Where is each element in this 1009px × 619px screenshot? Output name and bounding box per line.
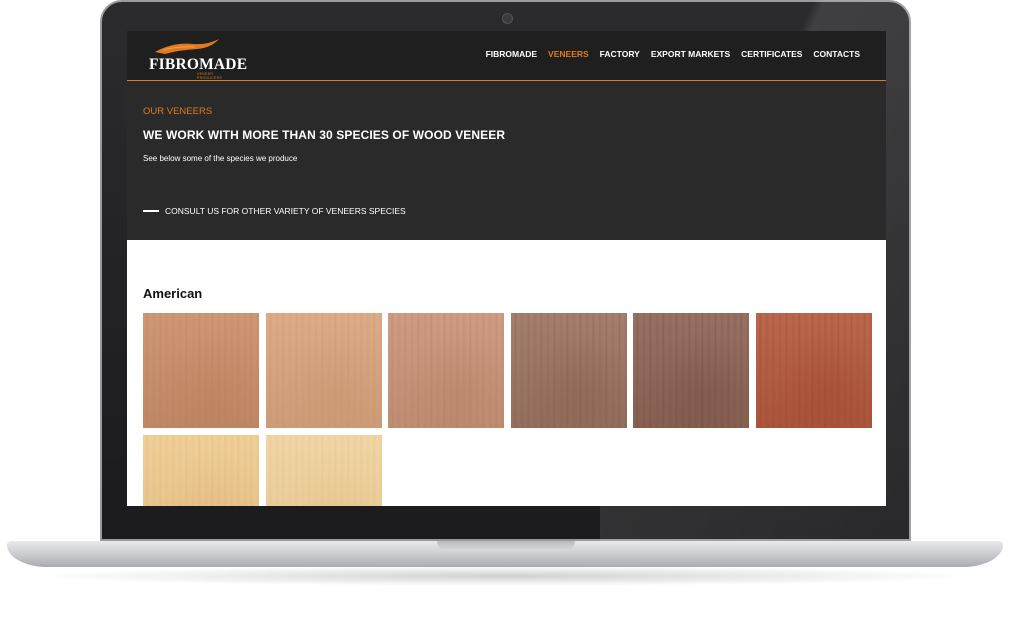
- website-screen: FIBROMADE VENEER PRODUCERS FIBROMADE VEN…: [127, 31, 886, 506]
- veneer-swatch[interactable]: [510, 313, 627, 428]
- hero-eyebrow: OUR VENEERS: [143, 106, 213, 117]
- logo[interactable]: FIBROMADE VENEER PRODUCERS: [149, 38, 247, 80]
- consult-link-label: CONSULT US FOR OTHER VARIETY OF VENEERS …: [165, 206, 406, 216]
- hero-subtitle: See below some of the species we produce: [143, 154, 298, 163]
- veneer-swatch[interactable]: [755, 313, 872, 428]
- laptop-shadow: [30, 566, 980, 586]
- laptop-notch: [437, 541, 575, 551]
- consult-link[interactable]: CONSULT US FOR OTHER VARIETY OF VENEERS …: [143, 206, 406, 216]
- site-header: FIBROMADE VENEER PRODUCERS FIBROMADE VEN…: [127, 31, 886, 81]
- veneer-swatch[interactable]: [143, 435, 259, 506]
- nav-certificates[interactable]: CERTIFICATES: [741, 49, 802, 59]
- nav-fibromade[interactable]: FIBROMADE: [486, 49, 537, 59]
- veneer-swatch[interactable]: [265, 435, 382, 506]
- nav-export-markets[interactable]: EXPORT MARKETS: [651, 49, 730, 59]
- dash-icon: [143, 210, 159, 212]
- veneer-swatch[interactable]: [265, 313, 382, 428]
- nav-contacts[interactable]: CONTACTS: [813, 49, 860, 59]
- nav-factory[interactable]: FACTORY: [600, 49, 640, 59]
- brand-tagline: VENEER PRODUCERS: [197, 72, 223, 80]
- main-nav: FIBROMADE VENEERS FACTORY EXPORT MARKETS…: [486, 49, 860, 59]
- veneer-swatch[interactable]: [633, 313, 750, 428]
- veneer-grid: [143, 313, 873, 506]
- hero-section: OUR VENEERS WE WORK WITH MORE THAN 30 SP…: [127, 81, 886, 240]
- hero-title: WE WORK WITH MORE THAN 30 SPECIES OF WOO…: [143, 128, 506, 142]
- nav-veneers[interactable]: VENEERS: [548, 49, 589, 59]
- logo-swoosh-icon: [155, 39, 219, 54]
- section-title: American: [143, 286, 203, 301]
- veneer-swatch[interactable]: [143, 313, 259, 428]
- webcam-icon: [502, 13, 513, 24]
- veneer-swatch[interactable]: [388, 313, 505, 428]
